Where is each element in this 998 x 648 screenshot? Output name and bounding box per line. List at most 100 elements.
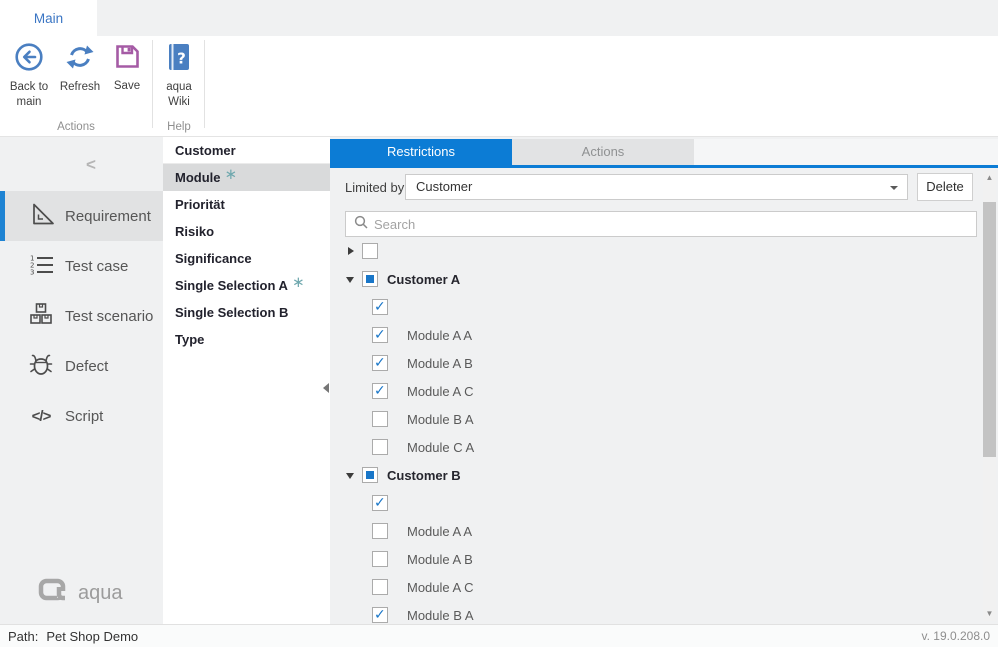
tree-row[interactable]: Module A B — [330, 545, 978, 573]
ribbon-tab-strip: Main — [0, 0, 998, 36]
aqua-wiki-button[interactable]: ? aqua Wiki — [155, 42, 203, 110]
checkbox-unchecked[interactable] — [362, 243, 378, 259]
ribbon-group-separator — [204, 40, 205, 128]
svg-text:?: ? — [177, 50, 186, 68]
tree-row[interactable] — [330, 293, 978, 321]
bug-icon — [28, 351, 54, 381]
checkbox-checked[interactable] — [372, 327, 388, 343]
limited-by-row: Limited by: Customer Delete — [330, 174, 998, 202]
refresh-icon — [65, 42, 95, 77]
aqua-logo: aqua — [38, 578, 123, 608]
aqua-wiki-label: aqua Wiki — [155, 80, 203, 110]
required-asterisk-icon: ∗ — [225, 166, 238, 183]
tree-row[interactable]: Module A C — [330, 377, 978, 405]
checkbox-checked[interactable] — [372, 383, 388, 399]
sidebar-item-requirement[interactable]: Requirement — [0, 191, 163, 241]
tree-row[interactable]: Customer A — [330, 265, 978, 293]
search-icon — [354, 215, 368, 234]
ribbon-tab-main[interactable]: Main — [0, 0, 97, 36]
checkbox-checked[interactable] — [372, 607, 388, 623]
sidebar-item-label: Script — [65, 408, 103, 425]
checkbox-checked[interactable] — [372, 355, 388, 371]
search-input[interactable] — [374, 217, 968, 232]
field-row-risiko[interactable]: Risiko — [163, 218, 330, 245]
field-row-single-selection-a[interactable]: Single Selection A∗ — [163, 272, 330, 299]
field-row-type[interactable]: Type — [163, 326, 330, 353]
content-area: < Requirement 1 2 — [0, 137, 998, 624]
tree-row[interactable]: Module A A — [330, 517, 978, 545]
tree-row[interactable]: Module C A — [330, 433, 978, 461]
expander-collapsed-icon[interactable] — [346, 246, 357, 257]
checkbox-indeterminate[interactable] — [362, 271, 378, 287]
sidebar-nav: Requirement 1 2 3 Test case — [0, 191, 163, 441]
save-icon — [113, 42, 142, 76]
required-asterisk-icon: ∗ — [292, 274, 305, 291]
sidebar-item-test-case[interactable]: 1 2 3 Test case — [0, 241, 163, 291]
sidebar-collapse-chevron-icon[interactable]: < — [86, 155, 96, 175]
vertical-scrollbar[interactable]: ▲ ▼ — [983, 171, 996, 621]
fields-list: Customer Module∗ Priorität Risiko Signif… — [163, 137, 330, 624]
delete-button[interactable]: Delete — [917, 173, 973, 201]
checkbox-unchecked[interactable] — [372, 551, 388, 567]
field-row-module[interactable]: Module∗ — [163, 164, 330, 191]
checkbox-unchecked[interactable] — [372, 411, 388, 427]
svg-text:3: 3 — [30, 269, 34, 277]
save-label: Save — [114, 79, 140, 94]
tab-restrictions[interactable]: Restrictions — [330, 139, 512, 165]
checkbox-checked[interactable] — [372, 299, 388, 315]
refresh-button[interactable]: Refresh — [57, 42, 103, 95]
panel-collapse-arrow-icon[interactable] — [323, 383, 329, 393]
sidebar-item-test-scenario[interactable]: Test scenario — [0, 291, 163, 341]
tree-row[interactable] — [330, 489, 978, 517]
scrollbar-thumb[interactable] — [983, 202, 996, 457]
tree-row[interactable]: Module B A — [330, 405, 978, 433]
ribbon-group-separator — [152, 40, 153, 128]
tree-row[interactable]: Module A B — [330, 349, 978, 377]
checkbox-checked[interactable] — [372, 495, 388, 511]
limited-by-dropdown[interactable]: Customer — [405, 174, 908, 200]
checkbox-unchecked[interactable] — [372, 579, 388, 595]
test-case-icon: 1 2 3 — [28, 251, 54, 281]
path-value: Pet Shop Demo — [46, 629, 138, 644]
expander-expanded-icon[interactable] — [346, 470, 357, 481]
scroll-up-arrow-icon[interactable]: ▲ — [983, 171, 996, 185]
requirement-icon — [28, 201, 54, 231]
sidebar-item-script[interactable]: </> Script — [0, 391, 163, 441]
back-to-main-label: Back to main — [3, 80, 55, 110]
main-panel: Restrictions Actions Limited by: Custome… — [330, 137, 998, 624]
expander-expanded-icon[interactable] — [346, 274, 357, 285]
sidebar-item-label: Defect — [65, 358, 108, 375]
ribbon: Back to main Refresh Save — [0, 36, 998, 137]
tree-row[interactable]: Module B A — [330, 601, 978, 624]
chevron-down-icon — [890, 186, 898, 190]
tree-row[interactable]: Customer B — [330, 461, 978, 489]
scroll-down-arrow-icon[interactable]: ▼ — [983, 607, 996, 621]
tree-row[interactable]: Module A C — [330, 573, 978, 601]
sidebar-item-defect[interactable]: Defect — [0, 341, 163, 391]
sidebar-item-label: Test case — [65, 258, 128, 275]
save-button[interactable]: Save — [106, 42, 148, 94]
aqua-logo-icon — [38, 578, 69, 608]
tree-row[interactable] — [330, 237, 978, 265]
search-box — [345, 211, 977, 237]
checkbox-indeterminate[interactable] — [362, 467, 378, 483]
restrictions-tree: Customer A Module A A Module A B Module … — [330, 237, 978, 624]
limited-by-value: Customer — [416, 179, 472, 194]
tab-actions[interactable]: Actions — [512, 139, 694, 165]
aqua-logo-text: aqua — [78, 582, 123, 605]
field-row-prioritaet[interactable]: Priorität — [163, 191, 330, 218]
field-row-significance[interactable]: Significance — [163, 245, 330, 272]
tree-row[interactable]: Module A A — [330, 321, 978, 349]
checkbox-unchecked[interactable] — [372, 523, 388, 539]
ribbon-group-label-help: Help — [153, 121, 205, 133]
back-icon — [14, 42, 44, 77]
status-bar: Path: Pet Shop Demo v. 19.0.208.0 — [0, 624, 998, 647]
tab-accent-line — [330, 165, 998, 168]
back-to-main-button[interactable]: Back to main — [3, 42, 55, 110]
path-label: Path: — [8, 629, 38, 644]
ribbon-group-label-actions: Actions — [0, 121, 152, 133]
field-row-customer[interactable]: Customer — [163, 137, 330, 164]
field-row-single-selection-b[interactable]: Single Selection B — [163, 299, 330, 326]
limited-by-label: Limited by: — [345, 180, 408, 195]
checkbox-unchecked[interactable] — [372, 439, 388, 455]
